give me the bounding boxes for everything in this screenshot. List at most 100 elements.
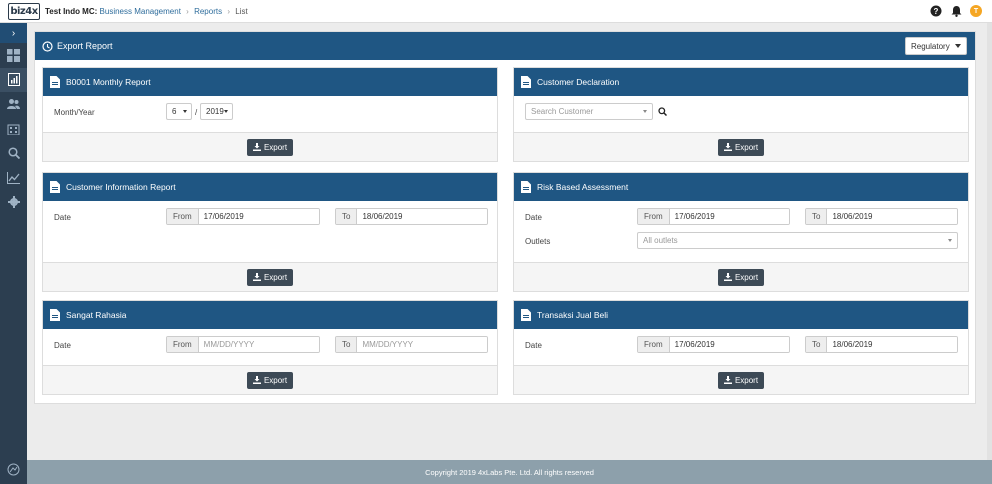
date-from-placeholder[interactable]: MM/DD/YYYY xyxy=(198,337,319,352)
file-icon xyxy=(521,76,531,88)
sidebar-item-settings[interactable] xyxy=(0,190,27,215)
card-body: Date From 17/06/2019 To 18/06/2019 Outle… xyxy=(514,201,968,263)
export-button-label: Export xyxy=(263,272,288,282)
export-button-label: Export xyxy=(263,142,288,152)
footer: Copyright 2019 4xLabs Pte. Ltd. All righ… xyxy=(27,460,992,484)
export-report-panel: Export Report Regulatory B0001 Monthly R… xyxy=(34,31,976,404)
month-year-separator: / xyxy=(195,108,198,117)
card-title: Customer Declaration xyxy=(537,77,620,87)
date-from-value[interactable]: 17/06/2019 xyxy=(669,209,789,224)
date-label: Date xyxy=(54,213,71,222)
caret-down-icon xyxy=(955,44,961,48)
date-from-value[interactable]: 17/06/2019 xyxy=(669,337,789,352)
report-icon xyxy=(7,73,20,87)
gear-icon xyxy=(7,196,20,209)
regulatory-select[interactable]: Regulatory xyxy=(905,37,967,55)
date-from-input[interactable]: From 17/06/2019 xyxy=(637,208,790,225)
regulatory-select-value: Regulatory xyxy=(911,41,950,51)
avatar[interactable]: T xyxy=(970,5,982,17)
date-to-input[interactable]: To 18/06/2019 xyxy=(805,336,958,353)
download-icon xyxy=(723,376,732,384)
sidebar: › xyxy=(0,23,27,484)
breadcrumb-reports[interactable]: Reports xyxy=(194,7,222,16)
card-header: Customer Declaration xyxy=(514,68,968,96)
card-footer: Export xyxy=(43,366,497,394)
breadcrumb: Test Indo MC: Business Management › Repo… xyxy=(45,7,248,16)
caret-down-icon xyxy=(643,110,647,113)
card-title: Sangat Rahasia xyxy=(66,310,127,320)
card-body: Date From 17/06/2019 To 18/06/2019 xyxy=(514,329,968,366)
export-button[interactable]: Export xyxy=(246,138,294,156)
date-from-input[interactable]: From 17/06/2019 xyxy=(166,208,320,225)
date-from-value[interactable]: 17/06/2019 xyxy=(198,209,319,224)
app-logo[interactable]: biz4x xyxy=(8,3,40,20)
chart-line-icon xyxy=(7,171,20,184)
date-to-placeholder[interactable]: MM/DD/YYYY xyxy=(357,337,487,352)
date-label: Date xyxy=(525,213,542,222)
page-scrollbar[interactable] xyxy=(987,23,992,460)
caret-down-icon xyxy=(224,110,228,113)
date-from-input[interactable]: From MM/DD/YYYY xyxy=(166,336,320,353)
card-sangat-rahasia: Sangat Rahasia Date From MM/DD/YYYY To M… xyxy=(42,300,498,395)
card-header: B0001 Monthly Report xyxy=(43,68,497,96)
export-button[interactable]: Export xyxy=(717,268,765,286)
export-button[interactable]: Export xyxy=(246,268,294,286)
sidebar-item-reports[interactable] xyxy=(0,67,27,92)
card-risk-based-assessment: Risk Based Assessment Date From 17/06/20… xyxy=(513,172,969,292)
building-icon xyxy=(7,124,20,135)
card-body: Month/Year 6 / 2019 xyxy=(43,96,497,133)
top-icons: ? T xyxy=(930,5,982,17)
sidebar-item-search[interactable] xyxy=(0,141,27,166)
sidebar-item-dashboard[interactable] xyxy=(0,43,27,68)
date-to-value[interactable]: 18/06/2019 xyxy=(357,209,487,224)
export-button-label: Export xyxy=(734,142,759,152)
breadcrumb-business-management[interactable]: Business Management xyxy=(100,7,181,16)
card-footer: Export xyxy=(43,133,497,161)
search-button[interactable] xyxy=(654,103,670,120)
date-to-value[interactable]: 18/06/2019 xyxy=(827,209,957,224)
date-to-value[interactable]: 18/06/2019 xyxy=(827,337,957,352)
year-select[interactable]: 2019 xyxy=(200,103,233,120)
date-to-input[interactable]: To 18/06/2019 xyxy=(805,208,958,225)
download-icon xyxy=(723,143,732,151)
from-addon: From xyxy=(167,209,199,224)
outlets-select[interactable]: All outlets xyxy=(637,232,958,249)
sidebar-item-customers[interactable] xyxy=(0,92,27,117)
customer-search-input[interactable]: Search Customer xyxy=(525,103,653,120)
date-to-input[interactable]: To MM/DD/YYYY xyxy=(335,336,488,353)
card-customer-information: Customer Information Report Date From 17… xyxy=(42,172,498,292)
download-icon xyxy=(723,273,732,281)
card-title: Transaksi Jual Beli xyxy=(537,310,609,320)
card-footer: Export xyxy=(514,133,968,161)
sidebar-toggle-icon[interactable]: › xyxy=(0,23,27,43)
date-label: Date xyxy=(525,341,542,350)
sidebar-item-organisation[interactable] xyxy=(0,117,27,142)
breadcrumb-separator-icon: › xyxy=(227,7,230,16)
month-year-label: Month/Year xyxy=(54,108,95,117)
card-header: Risk Based Assessment xyxy=(514,173,968,201)
month-select[interactable]: 6 xyxy=(166,103,192,120)
card-title: B0001 Monthly Report xyxy=(66,77,151,87)
export-button[interactable]: Export xyxy=(717,138,765,156)
card-title: Risk Based Assessment xyxy=(537,182,629,192)
file-icon xyxy=(50,309,60,321)
customers-icon xyxy=(7,99,20,110)
card-title: Customer Information Report xyxy=(66,182,176,192)
date-label: Date xyxy=(54,341,71,350)
card-monthly-report: B0001 Monthly Report Month/Year 6 / 2019… xyxy=(42,67,498,162)
from-addon: From xyxy=(638,209,670,224)
export-button-label: Export xyxy=(734,375,759,385)
export-button[interactable]: Export xyxy=(717,371,765,389)
date-from-input[interactable]: From 17/06/2019 xyxy=(637,336,790,353)
sidebar-item-analytics[interactable] xyxy=(0,166,27,191)
bell-icon[interactable] xyxy=(950,5,962,17)
export-button[interactable]: Export xyxy=(246,371,294,389)
date-to-input[interactable]: To 18/06/2019 xyxy=(335,208,488,225)
outlets-placeholder: All outlets xyxy=(643,236,678,245)
help-icon[interactable]: ? xyxy=(930,5,942,17)
file-icon xyxy=(50,181,60,193)
file-icon xyxy=(50,76,60,88)
export-button-label: Export xyxy=(263,375,288,385)
card-body: Date From 17/06/2019 To 18/06/2019 xyxy=(43,201,497,263)
card-customer-declaration: Customer Declaration Search Customer Exp… xyxy=(513,67,969,162)
